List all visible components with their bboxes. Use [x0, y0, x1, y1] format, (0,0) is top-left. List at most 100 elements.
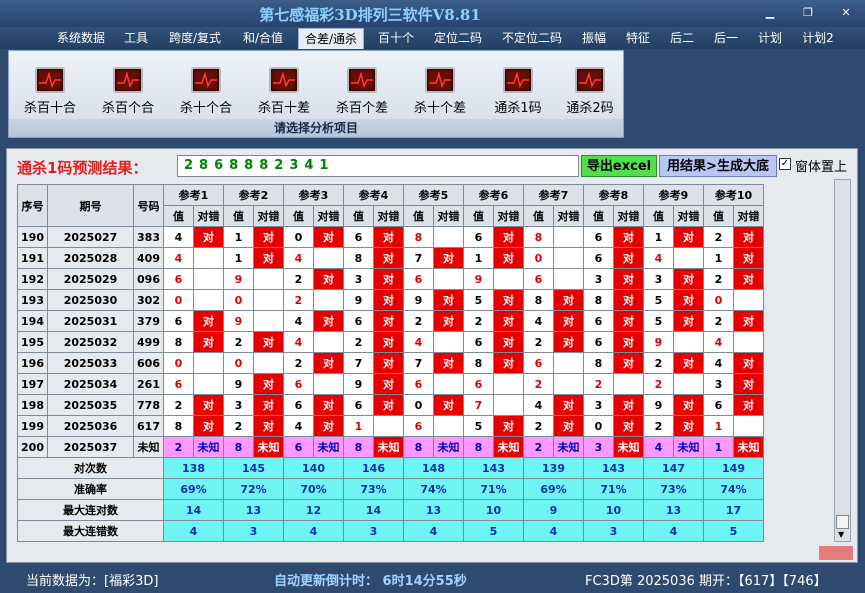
cell-seq: 193 — [17, 289, 48, 311]
header-value: 值 — [463, 205, 494, 227]
cell-value: 0 — [163, 289, 194, 311]
menu-feature[interactable]: 特征 — [620, 28, 656, 49]
menu-system-data[interactable]: 系统数据 — [52, 28, 110, 49]
cell-issue: 2025029 — [47, 268, 134, 290]
prediction-result-field[interactable]: 2868882341 — [177, 155, 579, 177]
scroll-down-icon[interactable]: ▼ — [838, 530, 844, 539]
table-row[interactable]: 197 2025034 261 6 9 对 6 9 对 6 6 2 2 2 3 对 — [17, 373, 764, 395]
cell-value: 3 — [703, 373, 734, 395]
generate-base-button[interactable]: 用结果>生成大底 — [659, 155, 777, 177]
menu-fixed-two[interactable]: 定位二码 — [428, 28, 488, 49]
resize-grip[interactable] — [819, 546, 853, 560]
export-excel-button[interactable]: 导出excel — [581, 155, 657, 177]
table-row[interactable]: 199 2025036 617 8 对 2 对 4 对 1 6 5 对 2 对 0 对 2 对 1 — [17, 415, 764, 437]
cell-value: 6 — [163, 310, 194, 332]
table-row[interactable]: 198 2025035 778 2 对 3 对 6 对 6 对 0 对 7 4 对 3 对 9 对 6 对 — [17, 394, 764, 416]
cell-correct — [433, 226, 464, 248]
cell-correct — [313, 331, 344, 353]
stats-value: 17 — [703, 499, 764, 521]
table-row[interactable]: 192 2025029 096 6 9 2 对 3 对 6 9 6 3 对 3 对 2 对 — [17, 268, 764, 290]
restore-button[interactable]: ❐ — [796, 4, 820, 22]
menu-positions[interactable]: 百十个 — [372, 28, 420, 49]
prediction-row[interactable]: 200 2025037 未知 2 未知 8 未知 6 未知 8 未知 8 未知 8 未知 2 未知 3 未知 4 未知 1… — [17, 436, 764, 458]
update-countdown: 自动更新倒计时： 6时14分55秒 — [274, 574, 467, 589]
chart-icon — [503, 67, 533, 93]
cell-code: 383 — [133, 226, 164, 248]
stats-row: 最大连错数 4 3 4 3 4 5 4 3 4 5 — [17, 520, 764, 542]
menu-tools[interactable]: 工具 — [118, 28, 154, 49]
cell-correct — [553, 268, 584, 290]
stats-value: 145 — [223, 457, 284, 479]
ribbon-button-label: 通杀1码 — [494, 101, 542, 116]
stats-value: 12 — [283, 499, 344, 521]
scroll-thumb[interactable] — [836, 515, 849, 529]
table-row[interactable]: 196 2025033 606 0 0 2 对 7 对 7 对 8 对 6 8 对 2 对 4 对 — [17, 352, 764, 374]
menu-amplitude[interactable]: 振幅 — [576, 28, 612, 49]
stats-value: 14 — [163, 499, 224, 521]
menu-diff-kill[interactable]: 合差/通杀 — [298, 28, 364, 49]
stats-value: 10 — [583, 499, 644, 521]
cell-code: 261 — [133, 373, 164, 395]
table-row[interactable]: 194 2025031 379 6 对 9 4 对 6 对 2 对 2 对 4 对 6 对 5 对 2 对 — [17, 310, 764, 332]
stats-label: 准确率 — [17, 478, 164, 500]
cell-value: 2 — [703, 226, 734, 248]
vertical-scrollbar[interactable]: ▼ — [834, 179, 851, 542]
cell-value: 1 — [463, 247, 494, 269]
header-value: 值 — [583, 205, 614, 227]
cell-correct: 对 — [493, 226, 524, 248]
stats-value: 147 — [643, 457, 704, 479]
menu-plan[interactable]: 计划 — [752, 28, 788, 49]
cell-correct — [433, 373, 464, 395]
cell-correct: 对 — [493, 247, 524, 269]
stats-value: 71% — [463, 478, 524, 500]
cell-correct: 对 — [193, 310, 224, 332]
ribbon-button-label: 杀百十差 — [257, 101, 310, 116]
cell-correct: 对 — [373, 331, 404, 353]
cell-value: 7 — [403, 247, 434, 269]
table-row[interactable]: 195 2025032 499 8 对 2 对 4 2 对 4 6 对 2 对 6 对 9 4 — [17, 331, 764, 353]
cell-value: 6 — [583, 247, 614, 269]
table-row[interactable]: 193 2025030 302 0 0 2 9 对 9 对 5 对 8 对 8 对 5 对 0 — [17, 289, 764, 311]
cell-value: 4 — [163, 247, 194, 269]
app-title: 第七感福彩3D排列三软件V8.81 — [259, 6, 481, 24]
cell-value: 4 — [283, 310, 314, 332]
cell-correct — [433, 331, 464, 353]
stats-row: 准确率 69% 72% 70% 73% 74% 71% 69% 71% 73% 74% — [17, 478, 764, 500]
cell-seq: 200 — [17, 436, 48, 458]
cell-value: 7 — [403, 352, 434, 374]
cell-correct: 对 — [733, 226, 764, 248]
cell-correct: 对 — [733, 268, 764, 290]
cell-value: 1 — [703, 247, 734, 269]
cell-correct: 对 — [613, 331, 644, 353]
cell-correct: 对 — [253, 394, 284, 416]
topmost-checkbox[interactable]: ✓ — [779, 158, 791, 170]
header-ref-6: 参考6 — [463, 184, 524, 206]
cell-seq: 199 — [17, 415, 48, 437]
header-ref-4: 参考4 — [343, 184, 404, 206]
chart-icon — [425, 67, 455, 93]
stats-value: 10 — [463, 499, 524, 521]
cell-issue: 2025033 — [47, 352, 134, 374]
cell-correct — [193, 289, 224, 311]
cell-value: 6 — [463, 331, 494, 353]
cell-issue: 2025037 — [47, 436, 134, 458]
menu-span[interactable]: 跨度/复式 — [162, 28, 228, 49]
menu-plan2[interactable]: 计划2 — [796, 28, 840, 49]
cell-correct: 对 — [373, 268, 404, 290]
cell-correct: 对 — [733, 352, 764, 374]
menu-sum[interactable]: 和/合值 — [236, 28, 290, 49]
stats-value: 69% — [163, 478, 224, 500]
cell-correct: 对 — [313, 268, 344, 290]
menu-unfixed-two[interactable]: 不定位二码 — [496, 28, 568, 49]
status-bar: 当前数据为：[福彩3D] 自动更新倒计时： 6时14分55秒 FC3D第 202… — [0, 566, 865, 593]
menu-last-one[interactable]: 后一 — [708, 28, 744, 49]
menu-last-two[interactable]: 后二 — [664, 28, 700, 49]
table-row[interactable]: 190 2025027 383 4 对 1 对 0 对 6 对 8 6 对 8 6 对 1 对 2 对 — [17, 226, 764, 248]
table-row[interactable]: 191 2025028 409 4 1 对 4 8 对 7 对 1 对 0 6 对 4 1 对 — [17, 247, 764, 269]
header-correct: 对错 — [313, 205, 344, 227]
stats-value: 3 — [343, 520, 404, 542]
cell-correct — [433, 415, 464, 437]
minimize-button[interactable]: ▁ — [758, 4, 782, 22]
close-button[interactable]: ✕ — [834, 4, 858, 22]
cell-correct: 对 — [373, 247, 404, 269]
